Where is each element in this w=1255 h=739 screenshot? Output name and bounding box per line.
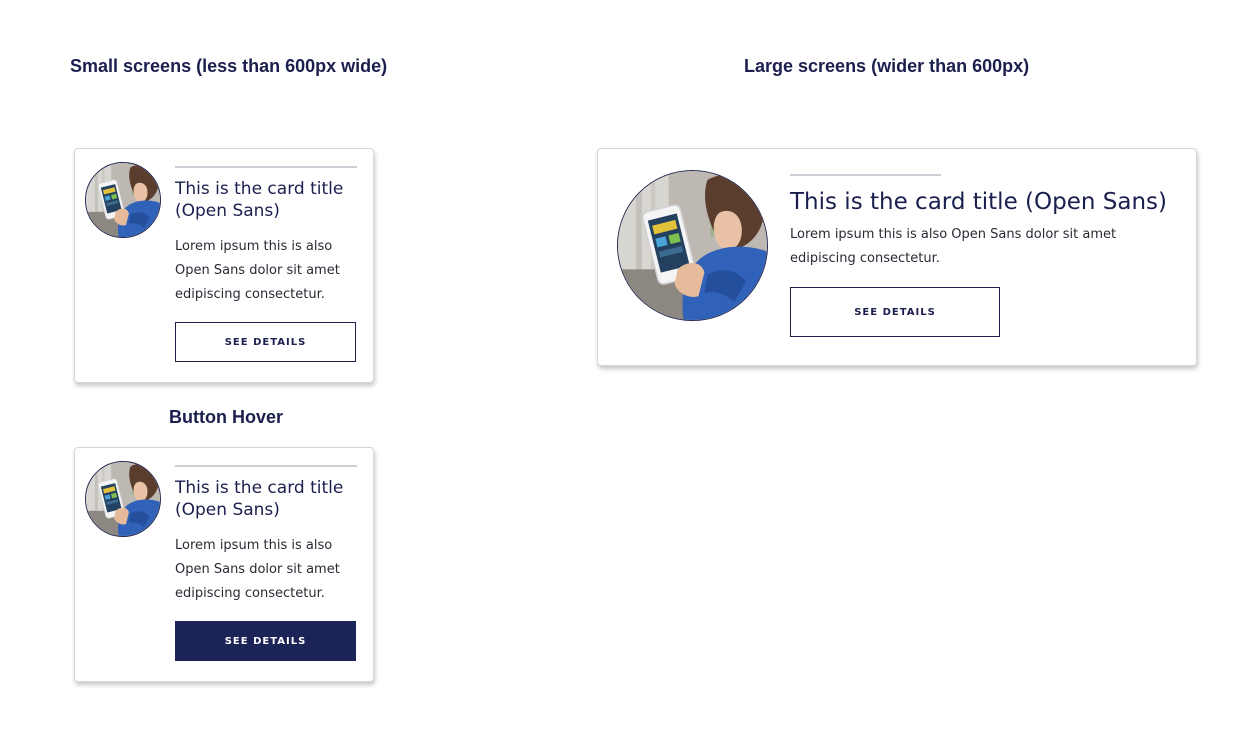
card-description: Lorem ipsum this is also Open Sans dolor… [175, 239, 340, 302]
card-large: This is the card title (Open Sans) Lorem… [597, 148, 1197, 366]
title-divider [175, 166, 357, 168]
card-description: Lorem ipsum this is also Open Sans dolor… [790, 227, 1117, 266]
card-small-hover: This is the card title (Open Sans) Lorem… [74, 447, 374, 682]
small-screens-heading: Small screens (less than 600px wide) [70, 56, 388, 76]
card-title: This is the card title (Open Sans) [175, 179, 344, 221]
card-description: Lorem ipsum this is also Open Sans dolor… [175, 538, 340, 601]
title-divider [790, 174, 941, 176]
card-title: This is the card title (Open Sans) [790, 189, 1167, 215]
button-hover-heading: Button Hover [169, 407, 283, 427]
large-screens-heading: Large screens (wider than 600px) [744, 56, 1030, 76]
card-small: This is the card title (Open Sans) Lorem… [74, 148, 374, 383]
title-divider [175, 465, 357, 467]
see-details-button[interactable]: SEE DETAILS [790, 287, 1000, 337]
card-photo [85, 461, 161, 537]
see-details-button-hover[interactable]: SEE DETAILS [175, 621, 356, 661]
card-photo [85, 162, 161, 238]
card-photo [617, 170, 768, 321]
card-title: This is the card title (Open Sans) [175, 478, 344, 520]
see-details-button[interactable]: SEE DETAILS [175, 322, 356, 362]
